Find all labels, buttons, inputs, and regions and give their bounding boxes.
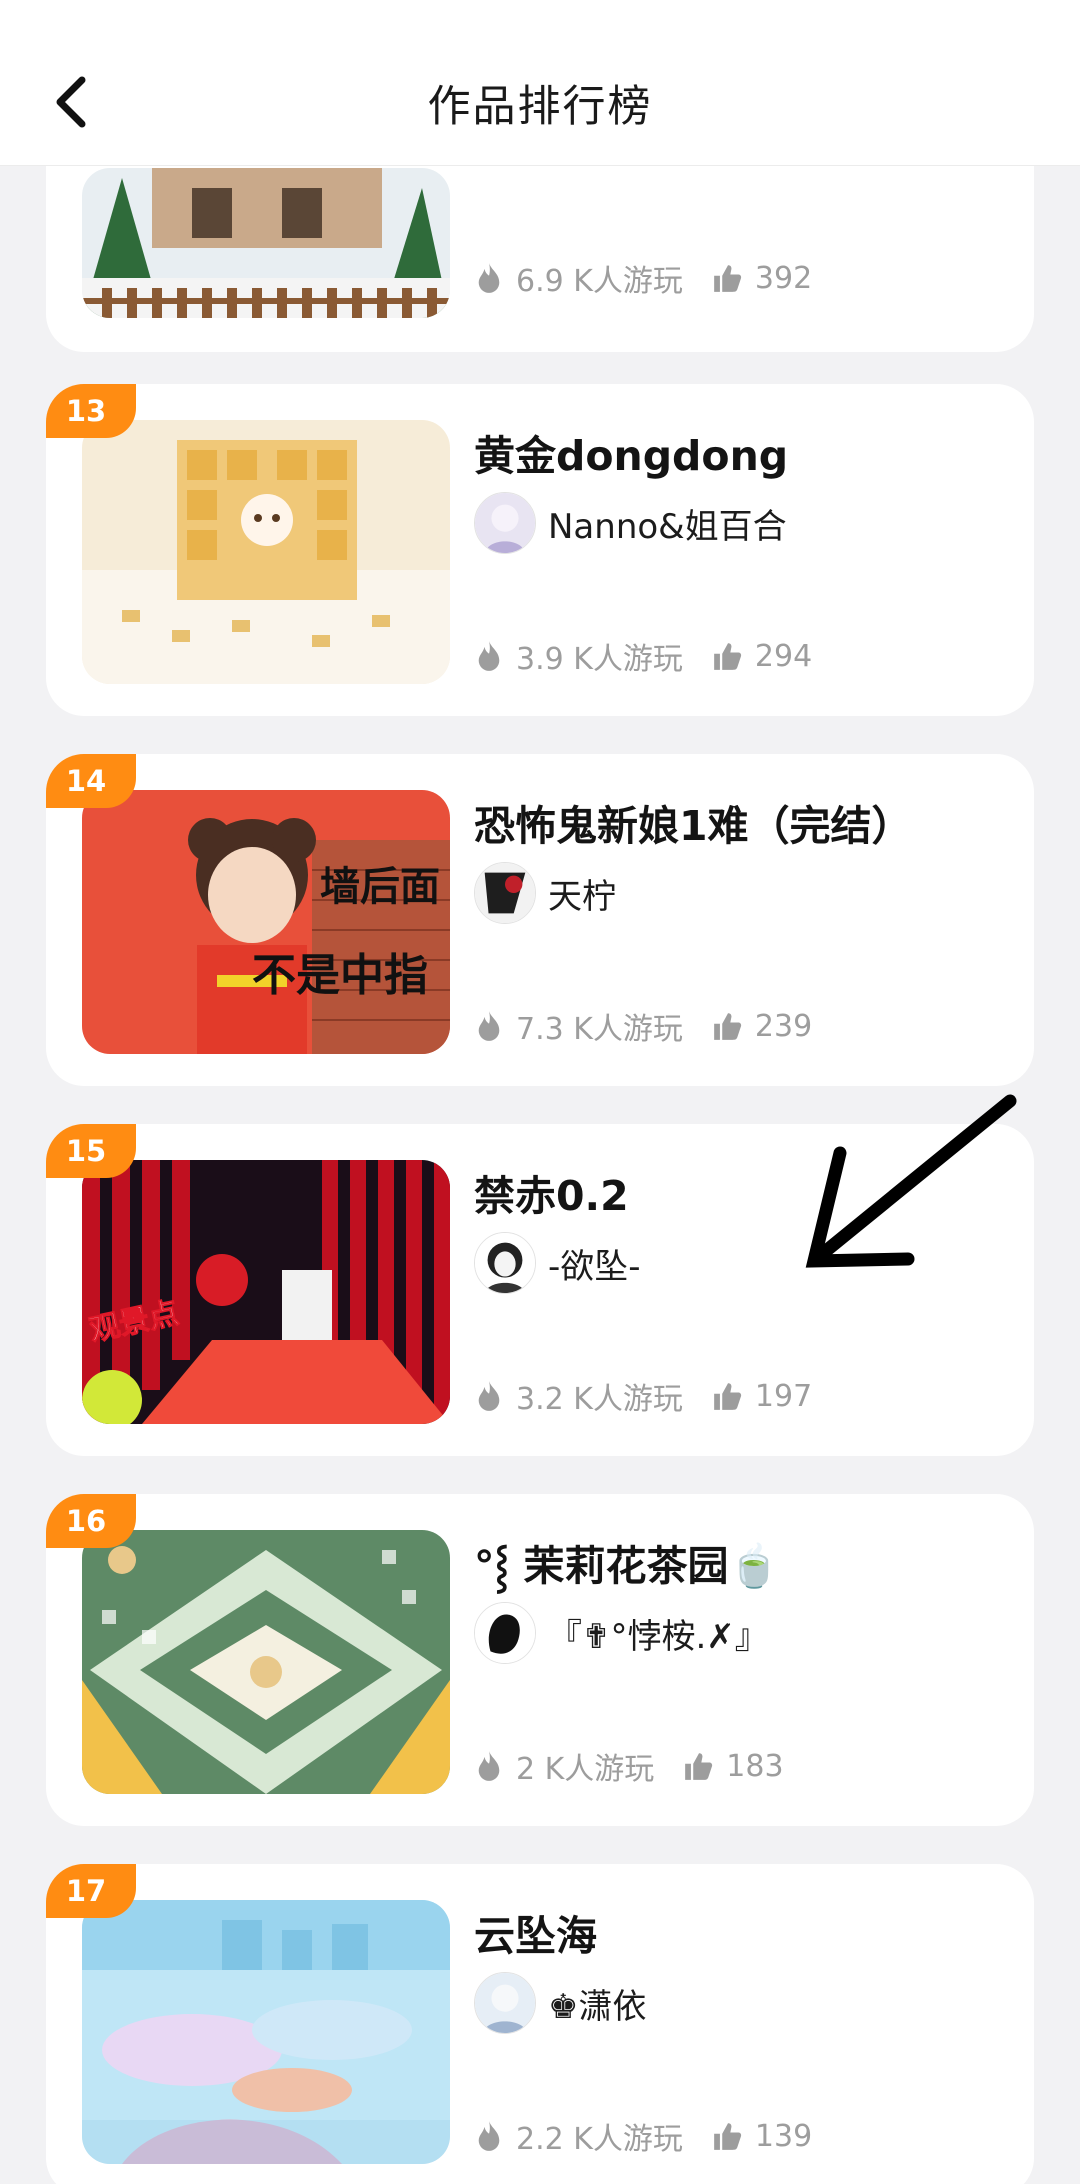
flame-icon (478, 263, 500, 293)
author-name: 『✟°悖桉.✗』 (548, 1616, 769, 1657)
rank-badge: 15 (46, 1124, 136, 1178)
game-thumbnail[interactable]: 墙后面 不是中指 (82, 790, 450, 1054)
author[interactable]: 『✟°悖桉.✗』 (474, 1602, 769, 1664)
like-count: 239 (754, 1008, 813, 1044)
avatar[interactable] (474, 1602, 536, 1664)
avatar[interactable] (474, 1972, 536, 2034)
avatar[interactable] (474, 862, 536, 924)
list-item[interactable]: 13 黄金dongdong Nanno&姐百合 3.9 K人游玩 294 (46, 384, 1034, 716)
game-title: 黄金dongdong (474, 432, 789, 480)
author[interactable]: -欲坠- (474, 1232, 641, 1294)
flame-icon (478, 2121, 500, 2151)
list-item[interactable]: 17 云坠海 ♚潇依 2.2 K人游玩 139 (46, 1864, 1034, 2184)
thumbs-up-icon (714, 1383, 742, 1410)
thumbs-up-icon (685, 1753, 713, 1780)
rank-badge: 14 (46, 754, 136, 808)
play-count: 7.3 K人游玩 (516, 1012, 683, 1047)
like-count: 392 (754, 260, 813, 296)
game-thumbnail[interactable] (82, 1530, 450, 1794)
play-count: 2.2 K人游玩 (516, 2122, 683, 2157)
rank-badge: 16 (46, 1494, 136, 1548)
thumbs-up-icon (714, 2123, 742, 2150)
list-item[interactable]: 16 °⸾ 茉莉花茶园🍵 『✟°悖桉.✗』 2 K人游玩 183 (46, 1494, 1034, 1826)
annotation-arrow-icon (805, 1094, 1017, 1268)
game-thumbnail[interactable] (82, 420, 450, 684)
game-title: 禁赤0.2 (474, 1172, 629, 1220)
game-title: °⸾ 茉莉花茶园🍵 (474, 1542, 780, 1590)
game-title: 恐怖鬼新娘1难（完结） (474, 802, 913, 850)
flame-icon (478, 1381, 500, 1411)
thumb-caption: 墙后面 (320, 864, 440, 910)
play-count: 3.2 K人游玩 (516, 1382, 683, 1417)
like-count: 197 (754, 1378, 813, 1414)
ranking-list: 6.9 K人游玩 392 13 黄金dongdong Nanno&姐百合 3.9… (0, 0, 1080, 2184)
thumbs-up-icon (714, 1013, 742, 1040)
flame-icon (478, 641, 500, 671)
author-name: 天柠 (548, 876, 616, 917)
play-count: 6.9 K人游玩 (516, 264, 683, 299)
game-thumbnail[interactable] (82, 1900, 450, 2164)
author[interactable]: Nanno&姐百合 (474, 492, 787, 554)
flame-icon (478, 1751, 500, 1781)
game-thumbnail[interactable]: 观景点 (82, 1160, 450, 1424)
author[interactable]: 天柠 (474, 862, 616, 924)
avatar[interactable] (474, 1232, 536, 1294)
avatar[interactable] (474, 492, 536, 554)
like-count: 139 (754, 2118, 813, 2154)
rank-badge: 13 (46, 384, 136, 438)
stats-row: 3.2 K人游玩 197 (474, 1376, 813, 1417)
thumbs-up-icon (714, 643, 742, 670)
play-count: 2 K人游玩 (516, 1752, 655, 1787)
like-count: 183 (726, 1748, 784, 1784)
play-count: 3.9 K人游玩 (516, 642, 683, 677)
page-title: 作品排行榜 (427, 82, 653, 132)
author-name: ♚潇依 (548, 1986, 647, 2027)
thumb-caption: 不是中指 (252, 950, 428, 1001)
flame-icon (478, 1011, 500, 1041)
thumbs-up-icon (714, 265, 742, 292)
like-count: 294 (754, 638, 813, 674)
game-thumbnail[interactable] (82, 168, 450, 318)
author-name: -欲坠- (548, 1246, 641, 1287)
top-bar: 作品排行榜 (0, 0, 1080, 166)
list-item[interactable]: 14 墙后面 不是中指 恐怖鬼新娘1难（完结） 天柠 7.3 K人游玩 239 (46, 754, 1034, 1086)
stats-row: 2 K人游玩 183 (474, 1746, 784, 1787)
stats-row: 3.9 K人游玩 294 (474, 636, 813, 677)
game-title: 云坠海 (474, 1912, 597, 1960)
stats-row: 7.3 K人游玩 239 (474, 1006, 813, 1047)
author[interactable]: ♚潇依 (474, 1972, 646, 2034)
stats-row: 2.2 K人游玩 139 (474, 2116, 813, 2157)
rank-badge: 17 (46, 1864, 136, 1918)
stats-row: 6.9 K人游玩 392 (474, 258, 813, 299)
author-name: Nanno&姐百合 (548, 506, 787, 547)
